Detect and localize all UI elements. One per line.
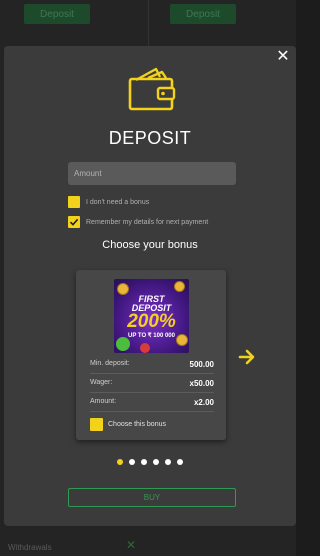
choose-this-bonus-row[interactable]: Choose this bonus (90, 418, 166, 431)
no-bonus-label: I don't need a bonus (86, 198, 150, 206)
background-divider (148, 0, 149, 46)
amount-label: Amount: (90, 398, 117, 405)
min-deposit-value: 500.00 (189, 360, 214, 369)
buy-button[interactable]: BUY (68, 488, 236, 507)
promo-percent: 200% (127, 311, 176, 332)
wallet-icon (128, 67, 176, 111)
min-deposit-row: Min. deposit: 500.00 (90, 360, 214, 374)
remember-details-label: Remember my details for next payment (86, 218, 209, 226)
next-arrow-icon[interactable] (238, 348, 256, 366)
close-icon[interactable]: ✕ (274, 48, 292, 66)
carousel-dot[interactable] (141, 459, 147, 465)
carousel-dot[interactable] (165, 459, 171, 465)
choose-this-bonus-checkbox[interactable] (90, 418, 103, 431)
coin-decoration (174, 281, 185, 292)
carousel-dot[interactable] (177, 459, 183, 465)
background-deposit-button-left: Deposit (24, 4, 90, 24)
wager-value: x50.00 (189, 379, 214, 388)
min-deposit-label: Min. deposit: (90, 360, 130, 367)
remember-details-checkbox[interactable] (68, 216, 80, 228)
background-footer-icon: ✕ (126, 538, 137, 552)
amount-value: x2.00 (193, 398, 214, 407)
leaf-decoration (116, 337, 130, 351)
checkmark-icon (69, 218, 79, 226)
promo-upto: UP TO ₹ 100 000 (128, 333, 175, 339)
remember-details-checkbox-row[interactable]: Remember my details for next payment (68, 216, 208, 228)
no-bonus-checkbox[interactable] (68, 196, 80, 208)
first-deposit-promo-image: FIRST DEPOSIT 200% UP TO ₹ 100 000 (114, 279, 189, 353)
amount-input[interactable] (68, 162, 236, 185)
amount-row: Amount: x2.00 (90, 398, 214, 412)
coin-decoration (117, 283, 129, 295)
background-footer-text: Withdrawals (8, 543, 52, 552)
no-bonus-checkbox-row[interactable]: I don't need a bonus (68, 196, 149, 208)
background-deposit-button-right: Deposit (170, 4, 236, 24)
modal-title: DEPOSIT (108, 128, 192, 148)
bonus-card: FIRST DEPOSIT 200% UP TO ₹ 100 000 Min. … (76, 270, 226, 440)
deposit-modal: ✕ DEPOSIT I don't need a bonus Remember … (4, 46, 296, 526)
wager-label: Wager: (90, 379, 113, 386)
choose-this-bonus-label: Choose this bonus (108, 421, 166, 428)
carousel-dot[interactable] (117, 459, 123, 465)
wager-row: Wager: x50.00 (90, 379, 214, 393)
carousel-dot[interactable] (129, 459, 135, 465)
choose-bonus-title: Choose your bonus (102, 239, 198, 251)
gem-decoration (140, 343, 150, 353)
carousel-pager (4, 459, 296, 465)
carousel-dot[interactable] (153, 459, 159, 465)
